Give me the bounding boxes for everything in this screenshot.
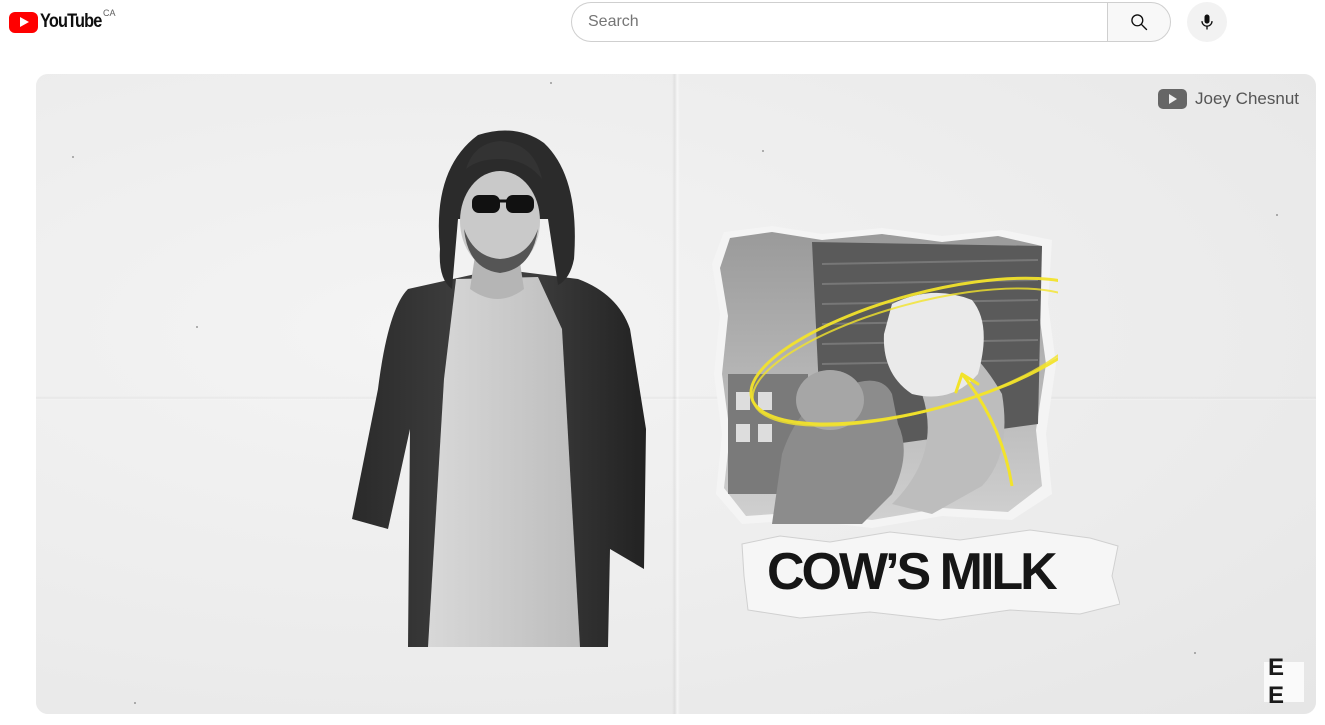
paper-fold-horizontal <box>36 396 1316 400</box>
channel-watermark[interactable]: Joey Chesnut <box>1158 89 1299 109</box>
search-box <box>571 2 1109 42</box>
paper-speck <box>762 150 764 152</box>
youtube-logo[interactable]: YouTube <box>9 10 111 34</box>
overlay-title: COW’S MILK <box>767 543 1058 601</box>
person-photo <box>352 130 646 647</box>
paper-speck <box>1194 652 1196 654</box>
paper-speck <box>196 326 198 328</box>
search-input[interactable] <box>572 3 1109 41</box>
microphone-icon <box>1201 14 1213 30</box>
voice-search-button[interactable] <box>1187 2 1227 42</box>
masthead: YouTube CA <box>0 0 1325 56</box>
paper-fold-vertical <box>672 74 680 714</box>
corner-channel-logo: E E <box>1264 654 1304 709</box>
video-player[interactable]: Joey Chesnut COW’S MILK E E <box>36 74 1316 714</box>
channel-name: Joey Chesnut <box>1195 89 1299 108</box>
search-icon <box>1131 14 1148 31</box>
paper-speck <box>72 156 74 158</box>
search-button[interactable] <box>1107 2 1171 42</box>
milk-photo-cutout <box>712 226 1058 528</box>
youtube-play-icon <box>1158 89 1188 109</box>
paper-speck <box>550 82 552 84</box>
country-code: CA <box>103 8 116 18</box>
logo-text: YouTube <box>40 11 102 32</box>
youtube-logo-icon <box>9 11 38 33</box>
paper-speck <box>1276 214 1278 216</box>
paper-speck <box>134 702 136 704</box>
